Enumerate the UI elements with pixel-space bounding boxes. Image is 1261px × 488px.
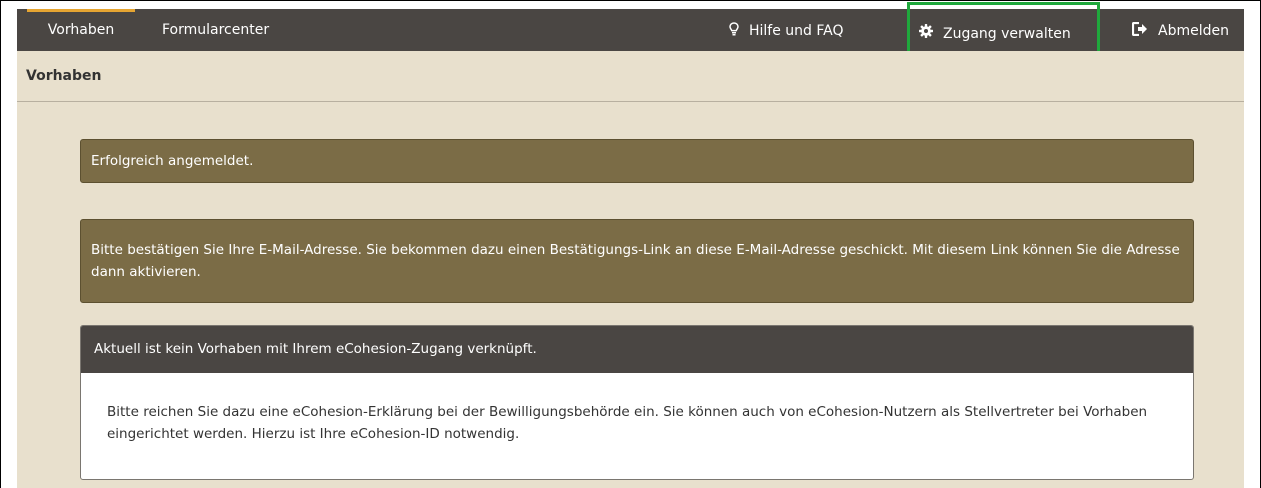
breadcrumb: Vorhaben [17, 51, 1244, 102]
nav-hilfe-faq[interactable]: Hilfe und FAQ [729, 9, 844, 51]
lightbulb-icon [729, 9, 739, 51]
alert-login-success: Erfolgreich angemeldet. [80, 139, 1194, 183]
gear-icon [919, 12, 933, 54]
no-project-panel: Aktuell ist kein Vorhaben mit Ihrem eCoh… [80, 325, 1194, 480]
alert-email-text: Bitte bestätigen Sie Ihre E-Mail-Adresse… [91, 242, 1180, 280]
nav-hilfe-label: Hilfe und FAQ [749, 23, 844, 39]
nav-abmelden[interactable]: Abmelden [1131, 9, 1229, 51]
nav-zugang-label: Zugang verwalten [943, 26, 1071, 42]
top-navigation: Vorhaben Formularcenter Hilfe und FAQ Zu… [17, 9, 1244, 51]
nav-vorhaben-label: Vorhaben [47, 22, 115, 38]
nav-formularcenter-label: Formularcenter [162, 22, 270, 38]
panel-header: Aktuell ist kein Vorhaben mit Ihrem eCoh… [81, 326, 1193, 373]
panel-body: Bitte reichen Sie dazu eine eCohesion-Er… [81, 373, 1167, 445]
main-content: Vorhaben Erfolgreich angemeldet. Bitte b… [17, 51, 1244, 488]
nav-abmelden-label: Abmelden [1158, 23, 1229, 39]
logout-icon [1131, 9, 1148, 51]
breadcrumb-label: Vorhaben [26, 68, 102, 84]
panel-title: Aktuell ist kein Vorhaben mit Ihrem eCoh… [94, 341, 537, 357]
nav-formularcenter[interactable]: Formularcenter [162, 9, 269, 51]
panel-body-text: Bitte reichen Sie dazu eine eCohesion-Er… [107, 404, 1148, 442]
nav-zugang-verwalten[interactable]: Zugang verwalten [919, 12, 1071, 54]
alert-email-confirm: Bitte bestätigen Sie Ihre E-Mail-Adresse… [80, 219, 1194, 303]
alert-login-text: Erfolgreich angemeldet. [91, 153, 254, 169]
nav-vorhaben[interactable]: Vorhaben [27, 9, 135, 51]
